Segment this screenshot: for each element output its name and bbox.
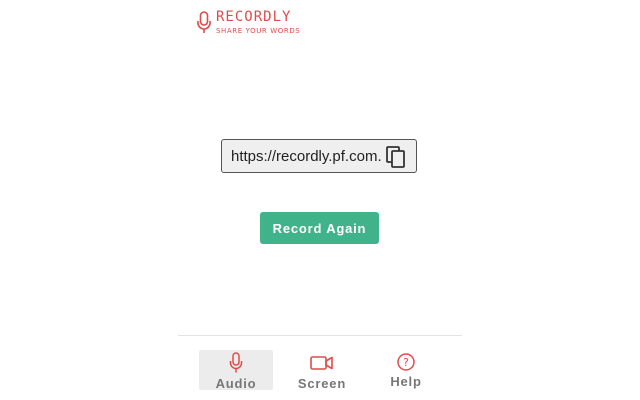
share-url-field[interactable]: https://recordly.pf.com. xyxy=(221,139,417,173)
nav-item-help[interactable]: ? Help xyxy=(369,350,443,390)
record-again-button[interactable]: Record Again xyxy=(260,212,379,244)
svg-text:?: ? xyxy=(403,356,409,369)
bottom-nav: Audio Screen ? Help xyxy=(0,350,640,400)
nav-label-help: Help xyxy=(390,374,422,389)
question-circle-icon: ? xyxy=(397,353,415,371)
microphone-icon xyxy=(229,352,243,373)
brand-tagline: SHARE YOUR WORDS xyxy=(216,27,301,35)
brand-name: RECORDLY xyxy=(216,9,292,25)
copy-icon[interactable] xyxy=(386,146,406,168)
nav-item-screen[interactable]: Screen xyxy=(285,350,359,391)
share-url-text[interactable]: https://recordly.pf.com. xyxy=(231,148,381,165)
nav-label-screen: Screen xyxy=(297,376,347,391)
microphone-icon xyxy=(197,11,211,33)
nav-divider xyxy=(178,335,462,336)
nav-item-audio[interactable]: Audio xyxy=(199,350,273,391)
video-camera-icon xyxy=(310,356,333,370)
nav-label-audio: Audio xyxy=(215,376,257,391)
